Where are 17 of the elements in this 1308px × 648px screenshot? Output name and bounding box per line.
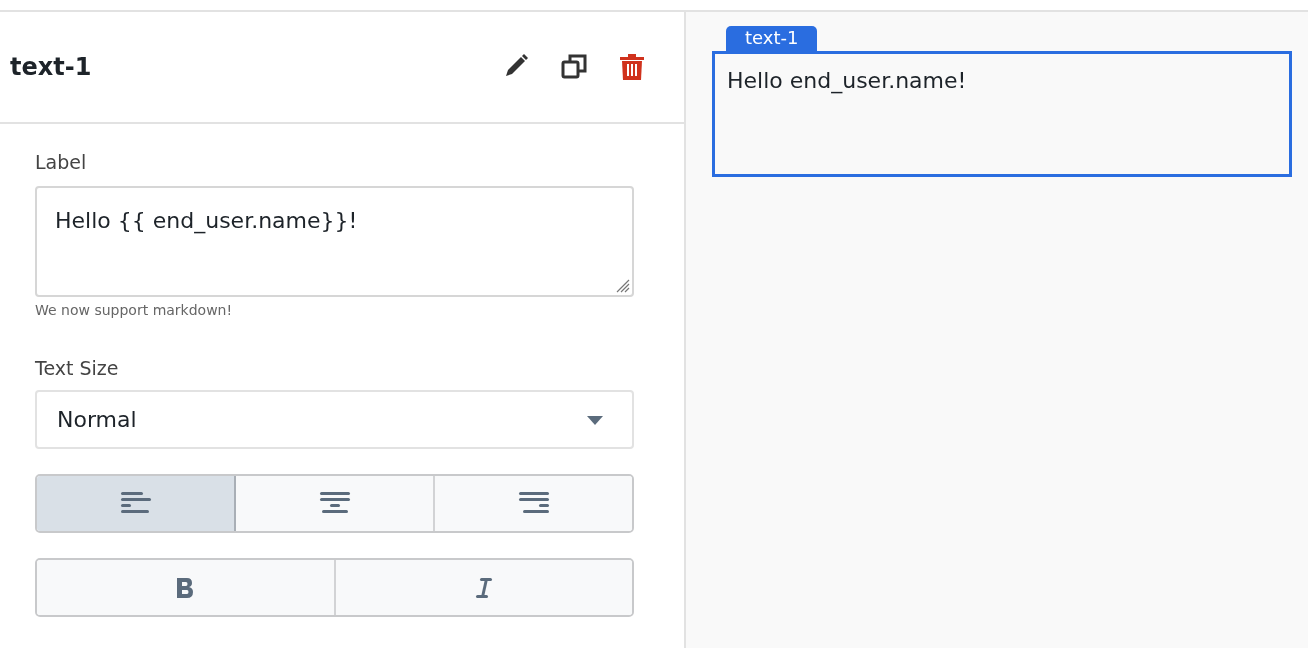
resize-grip-icon <box>616 279 630 293</box>
field-label: Text Size <box>35 356 120 380</box>
trash-icon <box>618 52 646 82</box>
panel-title: text-1 <box>10 53 92 81</box>
field-label: Label <box>35 150 88 174</box>
text-element[interactable]: Hello end_user.name! <box>712 51 1292 177</box>
italic-icon <box>473 575 494 600</box>
align-left-button[interactable] <box>37 476 234 531</box>
element-tag: text-1 <box>726 26 818 51</box>
bold-icon <box>175 575 196 600</box>
text-size-select[interactable]: Normal <box>35 390 634 449</box>
label-text-area[interactable]: Hello {{ end_user.name}}! <box>35 186 634 297</box>
caret-icon <box>586 414 604 425</box>
copy-icon <box>560 52 588 82</box>
align-center-button[interactable] <box>234 476 433 531</box>
align-right-button[interactable] <box>433 476 632 531</box>
helper-text: We now support markdown! <box>35 302 234 318</box>
